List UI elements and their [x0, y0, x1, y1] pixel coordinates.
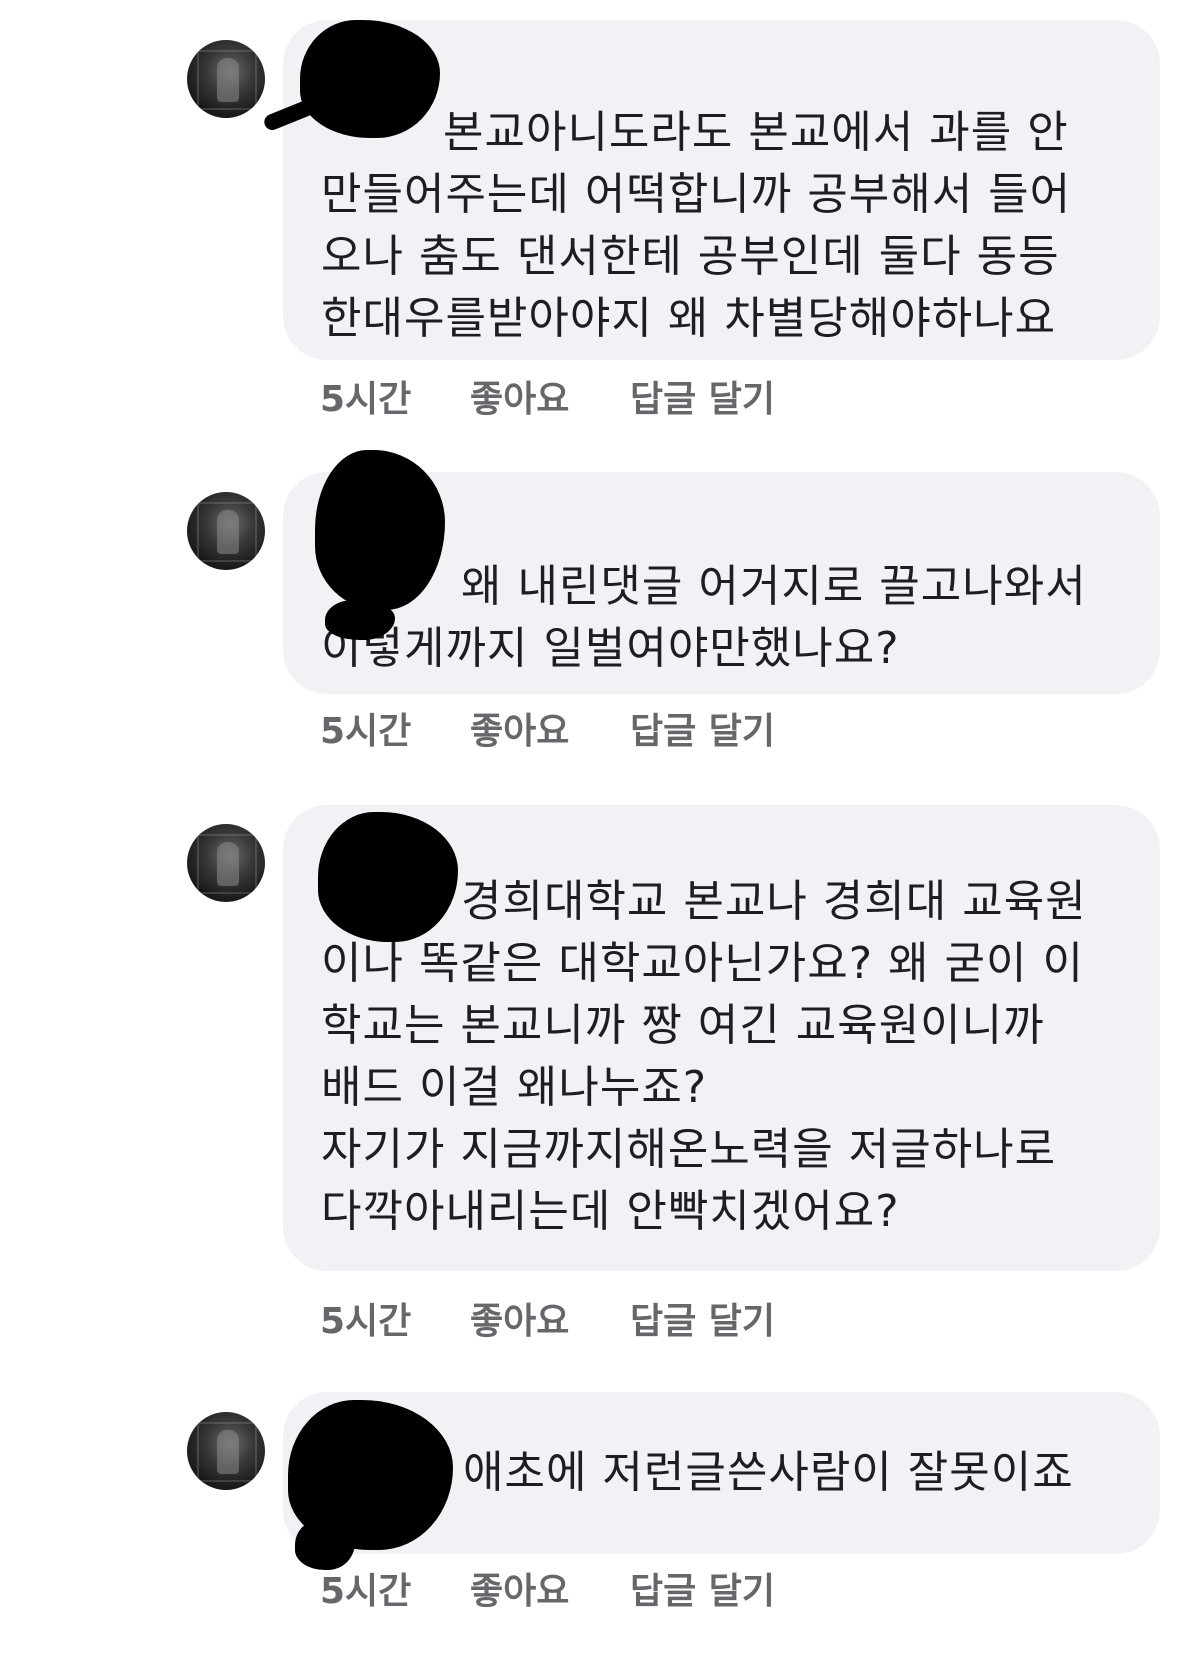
- redaction-mark: [300, 20, 440, 138]
- reply-button[interactable]: 답글 달기: [630, 1292, 830, 1344]
- avatar-figure: [217, 510, 239, 554]
- comment-actions: 5시간 좋아요 답글 달기: [320, 1292, 830, 1344]
- avatar-figure: [217, 58, 239, 102]
- reply-button[interactable]: 답글 달기: [630, 702, 830, 754]
- comment-text: 왜 내린댓글 어거지로 끌고나와서 이렇게까지 일벌여야만했나요?: [321, 561, 1087, 674]
- comment-timestamp[interactable]: 5시간: [320, 1562, 470, 1614]
- like-button[interactable]: 좋아요: [470, 370, 630, 422]
- avatar[interactable]: [187, 492, 265, 570]
- redaction-mark: [315, 450, 445, 610]
- comment-timestamp[interactable]: 5시간: [320, 702, 470, 754]
- comment-text: 본교아니도라도 본교에서 과를 안 만들어주는데 어떡합니까 공부해서 들어 오…: [321, 107, 1072, 344]
- like-button[interactable]: 좋아요: [470, 1562, 630, 1614]
- avatar-figure: [217, 842, 239, 886]
- comment-actions: 5시간 좋아요 답글 달기: [320, 702, 830, 754]
- redaction-mark: [325, 600, 395, 640]
- comment-actions: 5시간 좋아요 답글 달기: [320, 370, 830, 422]
- avatar[interactable]: [187, 40, 265, 118]
- redaction-mark: [318, 812, 458, 942]
- avatar[interactable]: [187, 1412, 265, 1490]
- comment-timestamp[interactable]: 5시간: [320, 370, 470, 422]
- avatar[interactable]: [187, 824, 265, 902]
- comment-timestamp[interactable]: 5시간: [320, 1292, 470, 1344]
- reply-button[interactable]: 답글 달기: [630, 370, 830, 422]
- reply-button[interactable]: 답글 달기: [630, 1562, 830, 1614]
- comment-text: 경희대학교 본교나 경희대 교육원 이나 똑같은 대학교아닌가요? 왜 굳이 이…: [321, 876, 1087, 1237]
- like-button[interactable]: 좋아요: [470, 1292, 630, 1344]
- avatar-figure: [217, 1430, 239, 1474]
- comment-actions: 5시간 좋아요 답글 달기: [320, 1562, 830, 1614]
- like-button[interactable]: 좋아요: [470, 702, 630, 754]
